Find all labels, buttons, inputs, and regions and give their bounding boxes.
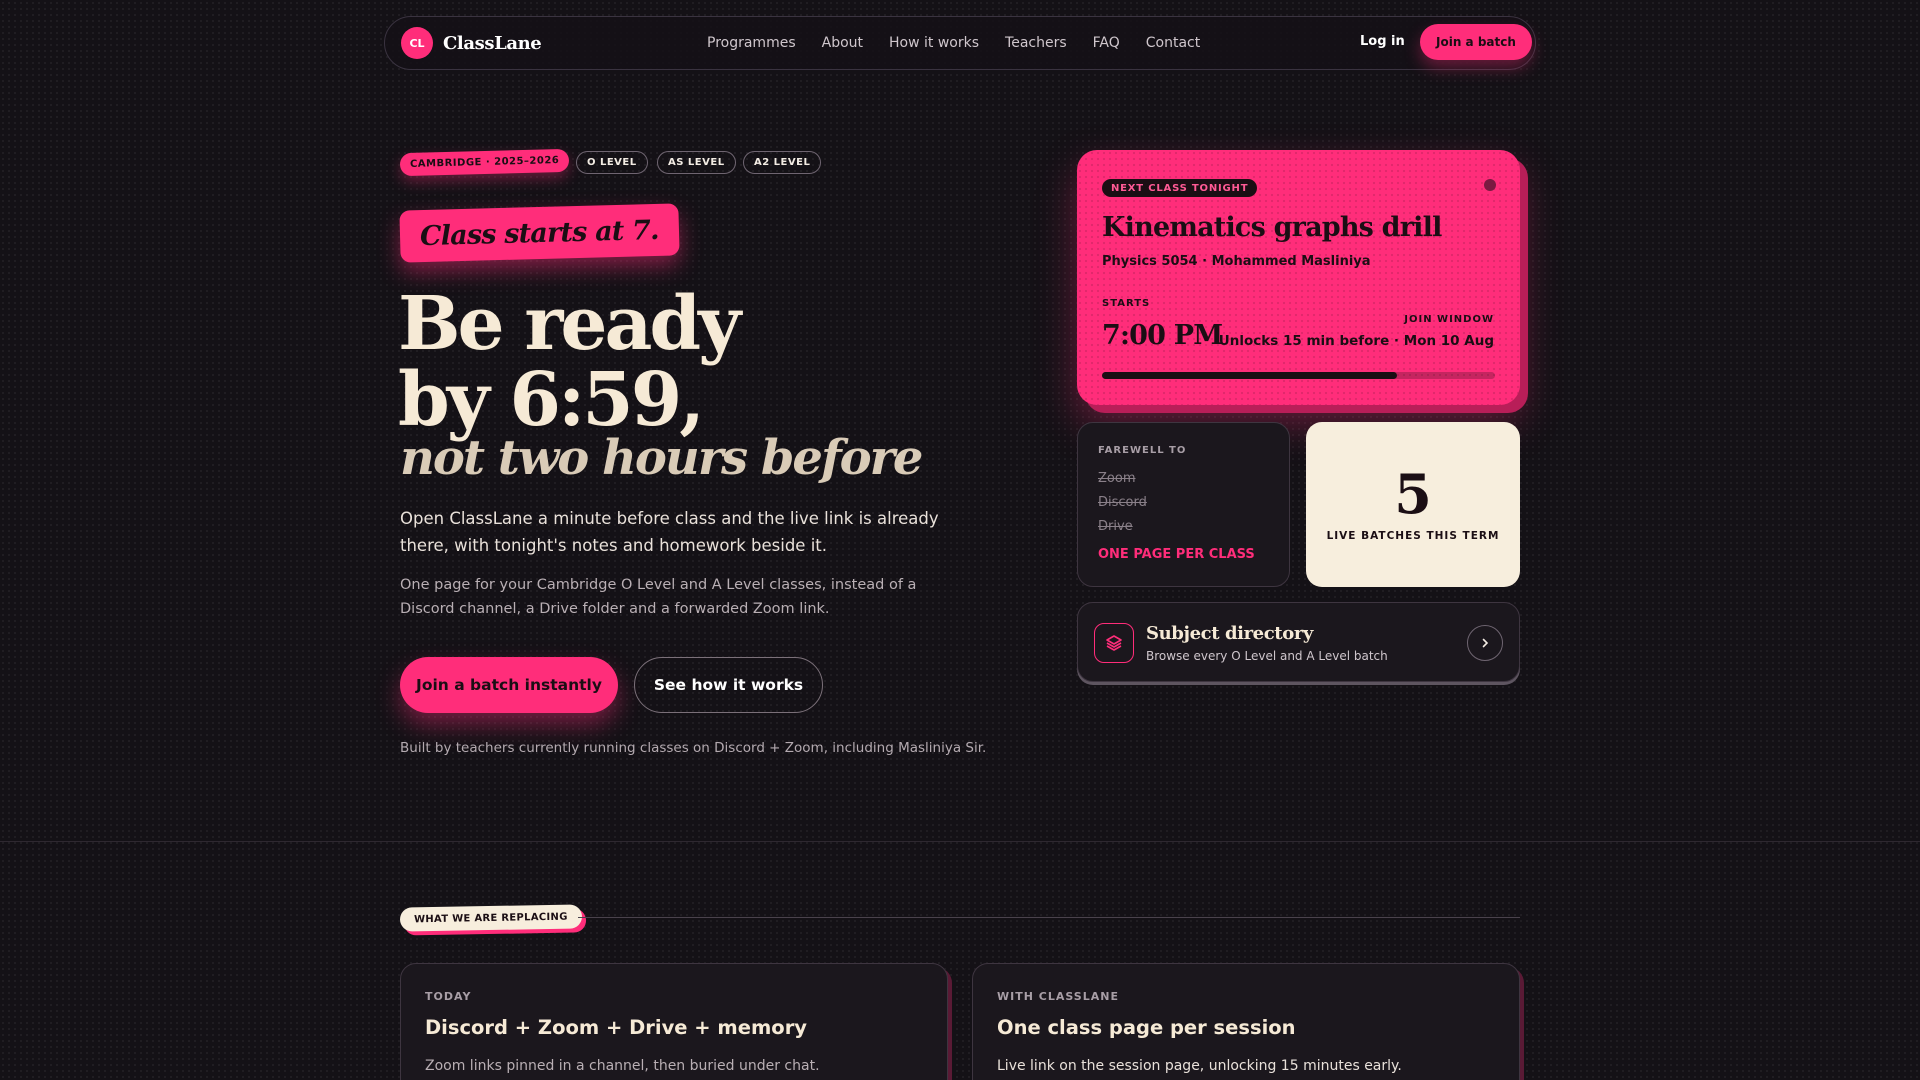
- nav-link-programmes[interactable]: Programmes: [707, 35, 796, 51]
- nav-link-how-it-works[interactable]: How it works: [889, 35, 979, 51]
- subject-directory-subtitle: Browse every O Level and A Level batch: [1146, 649, 1388, 663]
- next-class-title: Kinematics graphs drill: [1102, 212, 1442, 243]
- section-divider: [0, 841, 1920, 842]
- today-description: Zoom links pinned in a channel, then bur…: [425, 1058, 820, 1074]
- live-batches-card: 5 LIVE BATCHES THIS TERM: [1306, 422, 1520, 587]
- join-window-label: JOIN WINDOW: [1404, 314, 1494, 325]
- next-class-subtitle: Physics 5054 · Mohammed Masliniya: [1102, 254, 1371, 269]
- start-time: 7:00 PM: [1102, 320, 1223, 351]
- farewell-item-zoom: Zoom: [1098, 471, 1136, 486]
- live-batches-count: 5: [1394, 462, 1432, 526]
- see-how-it-works-button[interactable]: See how it works: [634, 657, 823, 713]
- tag-cambridge: CAMBRIDGE · 2025–2026: [399, 148, 570, 177]
- tag-as-level[interactable]: AS LEVEL: [657, 151, 736, 174]
- starts-label: STARTS: [1102, 298, 1151, 309]
- nav-link-about[interactable]: About: [822, 35, 863, 51]
- hero-sublead: One page for your Cambridge O Level and …: [400, 577, 917, 617]
- tag-o-level[interactable]: O LEVEL: [576, 151, 648, 174]
- class-starts-stamp: Class starts at 7.: [399, 203, 680, 263]
- join-batch-button[interactable]: Join a batch: [1420, 24, 1532, 60]
- with-classlane-card: WITH CLASSLANE One class page per sessio…: [972, 963, 1520, 1080]
- tag-a2-level[interactable]: A2 LEVEL: [743, 151, 822, 174]
- nav-links: Programmes About How it works Teachers F…: [707, 17, 1200, 69]
- nav-link-teachers[interactable]: Teachers: [1005, 35, 1067, 51]
- hero-headline-italic: not two hours before: [400, 430, 923, 486]
- logo-badge[interactable]: CL: [401, 27, 433, 59]
- one-page-per-class-label: ONE PAGE PER CLASS: [1098, 547, 1255, 562]
- join-window-text: Unlocks 15 min before · Mon 10 Aug: [1218, 333, 1494, 349]
- next-class-card[interactable]: NEXT CLASS TONIGHT Kinematics graphs dri…: [1077, 150, 1520, 405]
- brand-name[interactable]: ClassLane: [443, 33, 542, 54]
- join-batch-instantly-button[interactable]: Join a batch instantly: [400, 657, 618, 713]
- hero-headline-line-1: Be ready: [398, 281, 741, 367]
- what-we-are-replacing-pill: WHAT WE ARE REPLACING: [399, 904, 582, 932]
- countdown-progress-fill: [1102, 372, 1397, 379]
- live-batches-label: LIVE BATCHES THIS TERM: [1326, 530, 1500, 542]
- farewell-item-discord: Discord: [1098, 495, 1147, 510]
- nav-link-faq[interactable]: FAQ: [1093, 35, 1120, 51]
- subject-directory-title: Subject directory: [1146, 623, 1313, 644]
- with-classlane-description: Live link on the session page, unlocking…: [997, 1058, 1402, 1074]
- nav-link-contact[interactable]: Contact: [1146, 35, 1200, 51]
- layers-icon: [1094, 623, 1134, 663]
- hero-headline-line-2: by 6:59,: [398, 357, 705, 443]
- next-class-badge: NEXT CLASS TONIGHT: [1102, 179, 1258, 197]
- farewell-card: FAREWELL TO Zoom Discord Drive ONE PAGE …: [1077, 422, 1290, 587]
- today-label: TODAY: [425, 990, 472, 1003]
- hero-headline: Be ready by 6:59,: [398, 281, 741, 443]
- today-card: TODAY Discord + Zoom + Drive + memory Zo…: [400, 963, 948, 1080]
- with-classlane-title: One class page per session: [997, 1016, 1296, 1039]
- login-link[interactable]: Log in: [1360, 34, 1405, 49]
- with-classlane-label: WITH CLASSLANE: [997, 990, 1119, 1003]
- hero-lead: Open ClassLane a minute before class and…: [400, 509, 939, 555]
- hero-credit: Built by teachers currently running clas…: [400, 740, 987, 756]
- today-title: Discord + Zoom + Drive + memory: [425, 1016, 808, 1039]
- top-nav: CL ClassLane Programmes About How it wor…: [384, 16, 1536, 70]
- farewell-item-drive: Drive: [1098, 519, 1133, 534]
- farewell-label: FAREWELL TO: [1098, 445, 1187, 456]
- subject-directory-card[interactable]: Subject directory Browse every O Level a…: [1077, 602, 1520, 682]
- live-dot-icon: [1484, 179, 1496, 191]
- chevron-right-icon[interactable]: [1467, 625, 1503, 661]
- section-rule: [578, 917, 1520, 918]
- countdown-progress-bar: [1102, 372, 1495, 379]
